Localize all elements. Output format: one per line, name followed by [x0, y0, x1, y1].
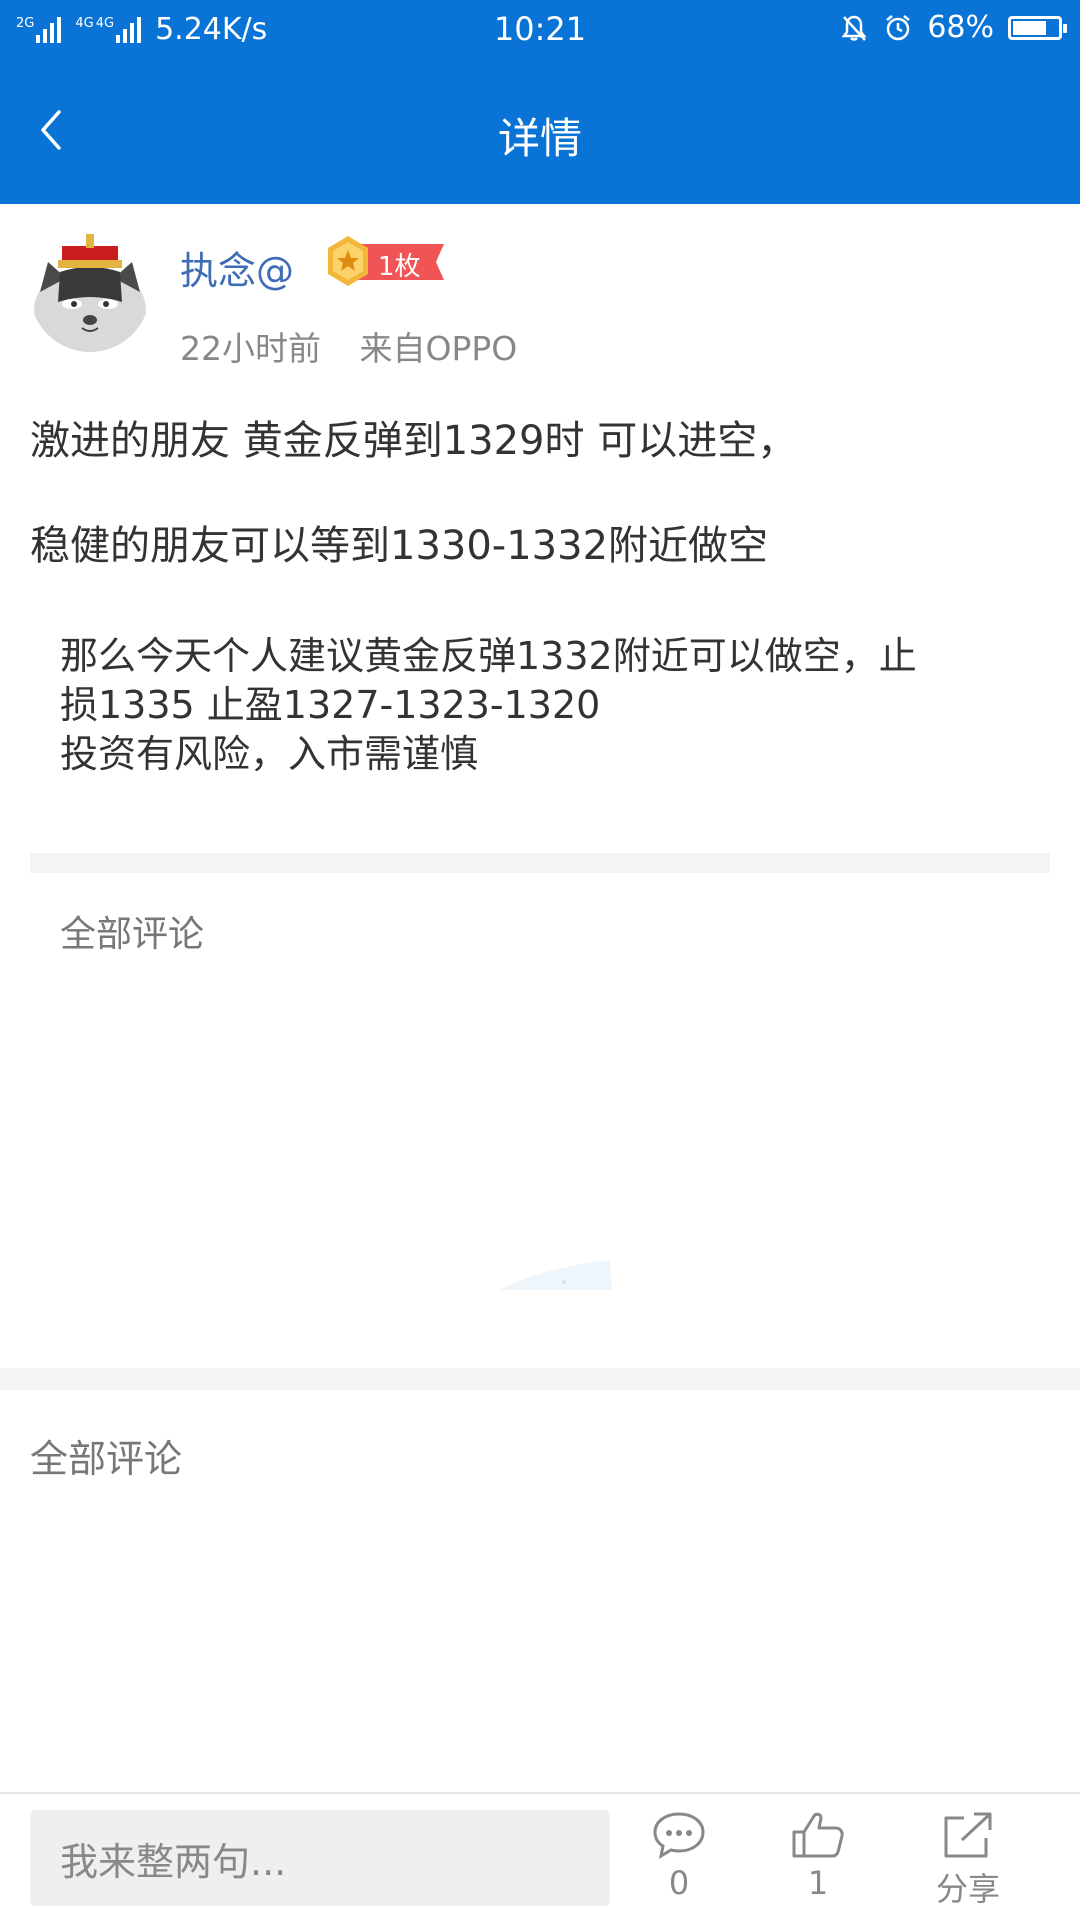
bottom-action-bar: 我来整两句... 0 1 分享 — [0, 1792, 1080, 1922]
quote-line: 投资有风险，入市需谨慎 — [60, 732, 479, 776]
comment-button[interactable]: 0 — [624, 1810, 734, 1914]
thumbs-up-icon — [792, 1812, 844, 1858]
mute-bell-icon — [841, 15, 867, 41]
post-text-line: 激进的朋友 黄金反弹到1329时 可以进空， — [30, 418, 798, 464]
share-icon — [944, 1812, 992, 1858]
post-text-line: 稳健的朋友可以等到1330-1332附近做空 — [30, 523, 769, 569]
avatar[interactable] — [30, 232, 150, 352]
quote-line: 损1335 止盈1327-1323-1320 — [60, 683, 601, 727]
post-source: 来自OPPO — [359, 329, 518, 368]
share-button[interactable]: 分享 — [913, 1810, 1023, 1914]
post-meta: 22小时前 来自OPPO — [180, 322, 545, 370]
comment-count: 0 — [668, 1864, 690, 1902]
status-bar: 2G 4G 4G 5.24K/s 10:21 68% — [0, 0, 1080, 60]
section-divider — [0, 1368, 1080, 1390]
like-button[interactable]: 1 — [763, 1810, 873, 1914]
quote-line: 那么今天个人建议黄金反弹1332附近可以做空，止 — [60, 634, 917, 678]
like-count: 1 — [807, 1864, 829, 1902]
medal-count: 1枚 — [378, 252, 421, 282]
comments-heading: 全部评论 — [60, 914, 205, 955]
post-time: 22小时前 — [180, 329, 321, 368]
comment-input-placeholder: 我来整两句... — [60, 1839, 287, 1884]
comment-input[interactable]: 我来整两句... — [30, 1810, 610, 1906]
share-label: 分享 — [935, 1870, 1000, 1908]
loading-indicator-icon — [500, 1260, 612, 1290]
page-title: 详情 — [497, 114, 582, 163]
alarm-icon — [886, 14, 911, 40]
app-header: 2G 4G 4G 5.24K/s 10:21 68% 详情 — [0, 0, 1080, 204]
comments-heading: 全部评论 — [30, 1437, 183, 1481]
author-name[interactable]: 执念@ — [180, 240, 294, 295]
cat-avatar-image — [30, 232, 150, 352]
battery-percent: 68% — [927, 10, 994, 45]
battery-icon — [1008, 15, 1067, 40]
section-divider — [30, 853, 1050, 873]
post-quote: 那么今天个人建议黄金反弹1332附近可以做空，止 损1335 止盈1327-13… — [60, 632, 1020, 779]
comment-bubble-icon — [653, 1812, 705, 1860]
nav-bar: 详情 — [0, 60, 1080, 204]
battery-level-fill — [1013, 20, 1046, 35]
system-indicators: 68% — [839, 10, 1067, 45]
post-author-section: 执念@ 1枚 22小时前 来自OPPO — [0, 204, 1080, 374]
